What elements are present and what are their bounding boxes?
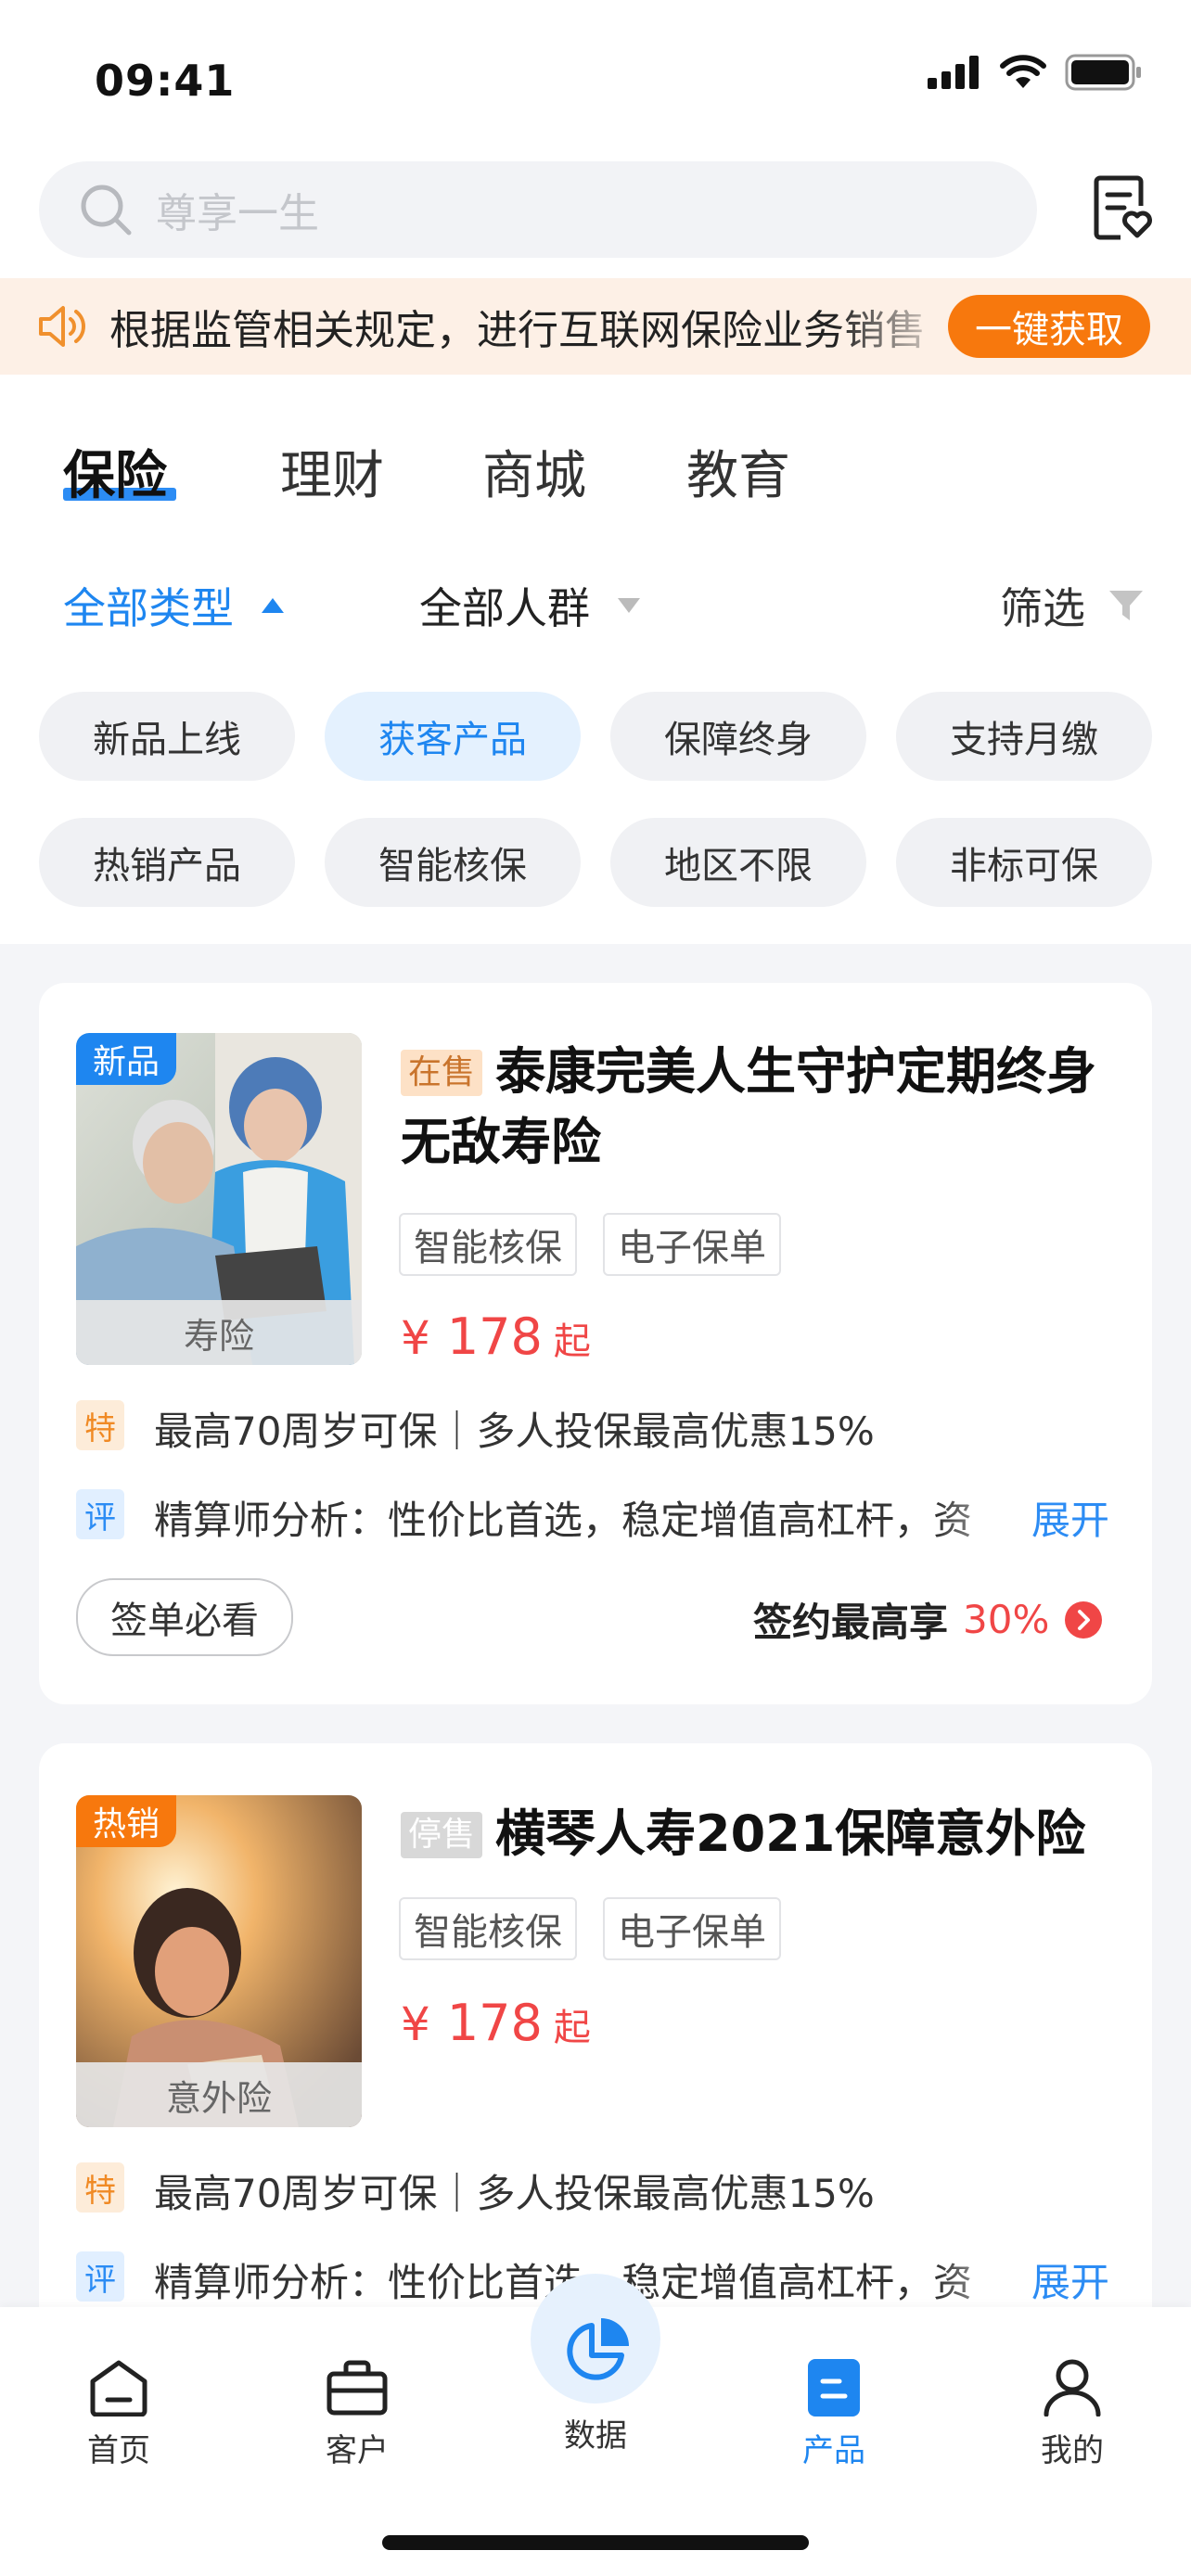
product-thumbnail: 热销 意外险 [76, 1795, 362, 2127]
tag-smart-underwriting: 智能核保 [399, 1213, 577, 1276]
filter-type-label: 全部类型 [63, 583, 234, 633]
product-category: 意外险 [76, 2062, 362, 2127]
review-icon: 评 [76, 2251, 124, 2302]
tab-customer[interactable]: 客户 [283, 2359, 431, 2470]
commission-info[interactable]: 签约最高享 30% [753, 1591, 1103, 1648]
search-bar[interactable]: 尊享一生 [39, 161, 1037, 258]
chip-monthly[interactable]: 支持月缴 [896, 692, 1152, 781]
status-tag-discontinued: 停售 [401, 1812, 483, 1858]
battery-icon [1065, 54, 1141, 91]
product-title-line1: 泰康完美人生守护定期终身 [495, 1042, 1097, 1101]
product-thumbnail: 新品 寿险 [76, 1033, 362, 1365]
caret-down-icon [618, 598, 640, 613]
tab-insurance[interactable]: 保险 [63, 434, 167, 509]
chip-hot[interactable]: 热销产品 [39, 818, 295, 907]
product-title[interactable]: 停售 横琴人寿2021保障意外险 [401, 1799, 1124, 1869]
product-price: ¥ 178 起 [401, 1307, 591, 1366]
chip-no-region[interactable]: 地区不限 [610, 818, 866, 907]
price-value: 178 [446, 1994, 543, 2052]
filter-screen-label: 筛选 [1000, 583, 1085, 633]
review-icon: 评 [76, 1489, 124, 1539]
caret-up-icon [262, 598, 284, 613]
tab-home-label: 首页 [87, 2432, 150, 2469]
search-icon [81, 185, 132, 236]
home-icon [90, 2360, 147, 2417]
hot-badge: 热销 [76, 1795, 177, 1847]
notice-fade [835, 278, 955, 375]
funnel-icon [1109, 591, 1143, 620]
tab-mine[interactable]: 我的 [998, 2359, 1146, 2470]
product-review: 精算师分析：性价比首选，稳定增值高杠杆，资 [154, 1498, 973, 1543]
chip-acquire[interactable]: 获客产品 [325, 692, 581, 781]
tag-smart-underwriting: 智能核保 [399, 1897, 577, 1960]
price-value: 178 [446, 1307, 543, 1366]
product-icon [808, 2359, 860, 2417]
product-feature: 最高70周岁可保｜多人投保最高优惠15% [154, 2171, 875, 2216]
tab-product[interactable]: 产品 [760, 2359, 908, 2470]
product-price: ¥ 178 起 [401, 1994, 591, 2052]
tag-e-policy: 电子保单 [603, 1897, 781, 1960]
price-suffix: 起 [553, 2007, 591, 2049]
favorite-list-icon[interactable] [1093, 174, 1152, 241]
tab-customer-label: 客户 [326, 2432, 389, 2469]
search-placeholder: 尊享一生 [156, 190, 319, 237]
wifi-icon [1000, 55, 1046, 88]
feature-icon: 特 [76, 2162, 124, 2213]
status-time: 09:41 [95, 56, 236, 106]
tab-product-label: 产品 [802, 2432, 865, 2469]
expand-link[interactable]: 展开 [1031, 1489, 1109, 1546]
new-badge: 新品 [76, 1033, 177, 1085]
product-title-line1: 横琴人寿2021保障意外险 [495, 1804, 1086, 1863]
feature-icon: 特 [76, 1400, 124, 1450]
one-click-get-button[interactable]: 一键获取 [948, 295, 1150, 358]
chip-smart-underwriting[interactable]: 智能核保 [325, 818, 581, 907]
expand-link[interactable]: 展开 [1031, 2251, 1109, 2308]
filter-crowd[interactable]: 全部人群 [419, 575, 642, 636]
chip-lifetime[interactable]: 保障终身 [610, 692, 866, 781]
status-tag-on-sale: 在售 [401, 1050, 483, 1096]
review-fade [937, 1482, 1030, 1547]
chip-nonstandard[interactable]: 非标可保 [896, 818, 1152, 907]
filter-screen[interactable]: 筛选 [1000, 575, 1145, 636]
header-area [0, 0, 1191, 944]
tab-data-label: 数据 [564, 2417, 627, 2455]
commission-label: 签约最高享 [753, 1600, 949, 1645]
filter-crowd-label: 全部人群 [419, 583, 590, 633]
commission-value: 30% [963, 1597, 1050, 1642]
tag-e-policy: 电子保单 [603, 1213, 781, 1276]
price-currency: ¥ [401, 1997, 430, 2051]
user-icon [1044, 2359, 1101, 2417]
tab-education[interactable]: 教育 [686, 434, 790, 509]
product-title[interactable]: 在售 泰康完美人生守护定期终身 无敌寿险 [401, 1037, 1124, 1178]
product-category: 寿险 [76, 1300, 362, 1365]
status-icons [928, 54, 1143, 91]
tab-mine-label: 我的 [1041, 2432, 1104, 2469]
tab-home[interactable]: 首页 [45, 2359, 193, 2470]
briefcase-icon [327, 2360, 388, 2416]
signal-icon [928, 56, 979, 89]
notice-text: 根据监管相关规定，进行互联网保险业务销售 [109, 307, 926, 354]
tab-mall[interactable]: 商城 [482, 434, 586, 509]
tab-data[interactable]: 数据 [521, 2307, 670, 2455]
price-currency: ¥ [401, 1311, 430, 1365]
sign-must-read-button[interactable]: 签单必看 [76, 1578, 293, 1656]
product-title-line2: 无敌寿险 [401, 1113, 601, 1171]
pie-chart-icon [567, 2318, 629, 2380]
tab-finance[interactable]: 理财 [280, 434, 384, 509]
home-indicator [382, 2535, 809, 2550]
review-fade [937, 2244, 1030, 2300]
filter-type[interactable]: 全部类型 [63, 575, 286, 636]
chevron-right-circle-icon [1065, 1600, 1103, 1639]
price-suffix: 起 [553, 1320, 591, 1363]
product-feature: 最高70周岁可保｜多人投保最高优惠15% [154, 1409, 875, 1454]
chip-new[interactable]: 新品上线 [39, 692, 295, 781]
speaker-icon [39, 306, 85, 347]
